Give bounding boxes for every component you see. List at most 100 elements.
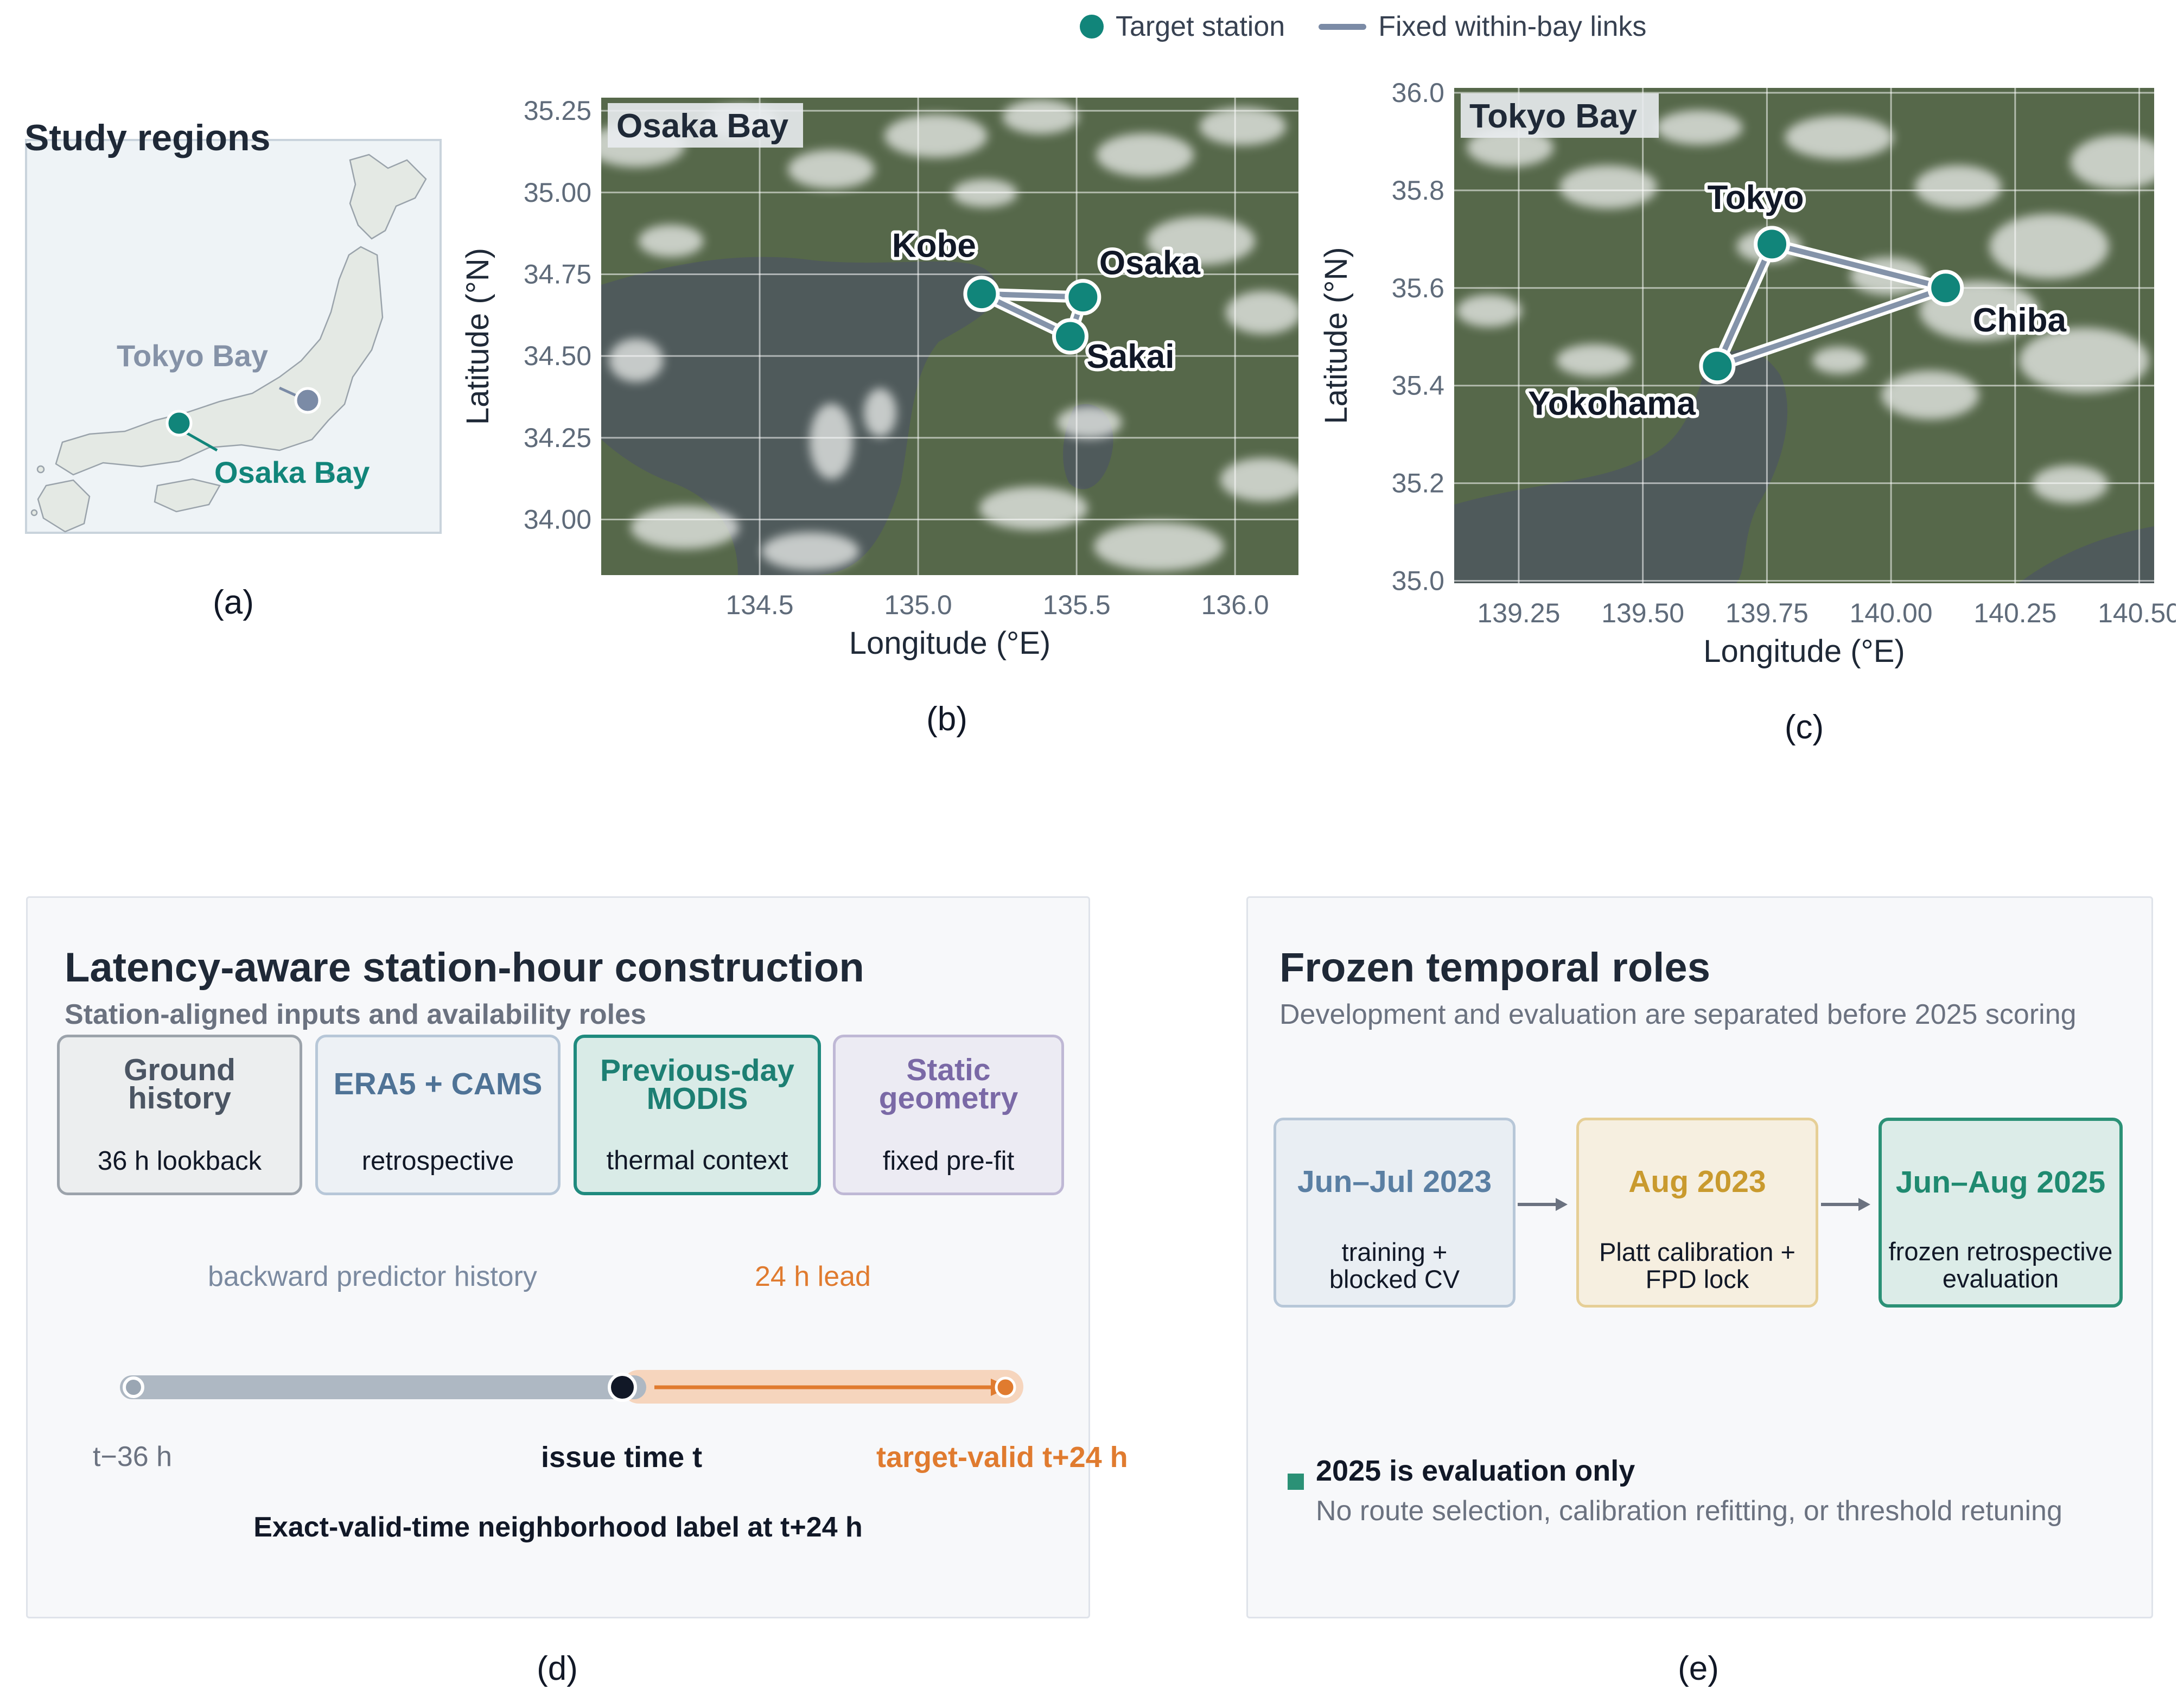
card-ground-history: Ground history 36 h lookback xyxy=(57,1035,302,1195)
period-desc-line2: FPD lock xyxy=(1645,1265,1749,1293)
inset-title: Tokyo Bay xyxy=(1469,98,1637,135)
station-marker xyxy=(1699,348,1736,385)
y-tick-label: 34.00 xyxy=(524,505,591,535)
legend-station-label: Target station xyxy=(1116,11,1285,42)
panel-d-subtitle: Station-aligned inputs and availability … xyxy=(65,999,646,1030)
card-title-line1: Static xyxy=(906,1053,991,1087)
lead-label: 24 h lead xyxy=(755,1261,871,1292)
tokyo-bay-map: 139.25 139.50 139.75 140.00 140.25 140.50 36.0… xyxy=(1319,78,2176,669)
y-axis-label: Latitude (°N) xyxy=(1319,247,1354,424)
panel-a: Study regions Tokyo Bay Osaka Bay xyxy=(24,117,442,534)
cloud-patch xyxy=(2032,465,2109,503)
y-tick-label: 36.0 xyxy=(1392,78,1444,108)
y-tick-label: 35.4 xyxy=(1392,371,1444,401)
card-title-line1: ERA5 + CAMS xyxy=(333,1067,543,1101)
station-label: Kobe xyxy=(892,227,976,265)
panel-d: Latency-aware station-hour construction … xyxy=(26,896,1128,1618)
caption-b: (b) xyxy=(926,700,967,738)
osaka-bay-label: Osaka Bay xyxy=(214,455,370,489)
y-tick-label: 34.25 xyxy=(524,423,591,453)
x-tick-label: 139.75 xyxy=(1725,598,1809,628)
station-marker xyxy=(1052,318,1088,355)
card-modis: Previous-day MODIS thermal context xyxy=(574,1035,821,1195)
legend-links-label: Fixed within-bay links xyxy=(1378,11,1647,42)
caption-e: (e) xyxy=(1678,1650,1719,1687)
station-marker xyxy=(1754,226,1791,263)
station-label: Osaka xyxy=(1099,245,1201,282)
t-target-label: target-valid t+24 h xyxy=(876,1441,1128,1474)
cloud-patch xyxy=(1094,522,1224,571)
station-label: Chiba xyxy=(1973,302,2067,339)
issue-time-marker xyxy=(608,1373,637,1402)
link-line-icon xyxy=(1319,23,1367,30)
cloud-patch xyxy=(1096,133,1194,177)
cloud-patch xyxy=(609,339,664,382)
cloud-patch xyxy=(1056,406,1122,439)
card-desc: 36 h lookback xyxy=(97,1146,262,1176)
y-tick-label: 35.6 xyxy=(1392,273,1444,303)
station-marker-icon xyxy=(1080,15,1104,39)
cloud-patch xyxy=(1456,294,1522,327)
card-era5-cams: ERA5 + CAMS retrospective xyxy=(315,1035,561,1195)
cloud-patch xyxy=(864,388,896,437)
satellite-image xyxy=(601,98,1298,575)
cloud-patch xyxy=(1556,344,1632,377)
card-title-line1: Previous-day xyxy=(600,1053,794,1088)
cloud-patch xyxy=(1199,107,1287,145)
period-desc-line1: Platt calibration + xyxy=(1599,1238,1795,1266)
caption-d: (d) xyxy=(537,1650,578,1687)
note-square-icon xyxy=(1288,1474,1304,1490)
y-tick-label: 35.2 xyxy=(1392,468,1444,499)
panel-d-footer: Exact-valid-time neighborhood label at t… xyxy=(253,1512,863,1543)
x-axis-label: Longitude (°E) xyxy=(849,626,1050,661)
cloud-patch xyxy=(810,403,854,480)
t-issue-label: issue time t xyxy=(541,1441,703,1474)
cloud-patch xyxy=(979,486,1088,530)
panel-e-title: Frozen temporal roles xyxy=(1279,945,1710,991)
x-tick-label: 140.50 xyxy=(2098,598,2176,628)
cloud-patch xyxy=(638,225,704,257)
station-marker xyxy=(1065,279,1101,316)
y-tick-label: 35.00 xyxy=(524,177,591,208)
tokyo-bay-marker xyxy=(294,387,321,414)
cloud-patch xyxy=(1220,458,1298,501)
cloud-patch xyxy=(1785,116,1894,160)
arrowhead-2 xyxy=(1858,1198,1870,1211)
card-title-line2: MODIS xyxy=(646,1081,748,1116)
tokyo-bay-label: Tokyo Bay xyxy=(117,339,269,373)
cloud-patch xyxy=(788,150,875,189)
cloud-patch xyxy=(2070,135,2154,189)
osaka-bay-map: 134.5 135.0 135.5 136.0 35.25 35.00 34.75 34.50… xyxy=(460,95,1298,661)
x-axis-label: Longitude (°E) xyxy=(1703,634,1905,669)
y-tick-label: 35.25 xyxy=(524,95,591,126)
x-tick-label: 135.5 xyxy=(1043,590,1111,620)
osaka-bay-marker xyxy=(165,410,193,437)
note-title: 2025 is evaluation only xyxy=(1316,1455,1635,1487)
figure-legend: Target station Fixed within-bay links xyxy=(1080,8,1646,46)
card-static-geometry: Static geometry fixed pre-fit xyxy=(833,1035,1064,1195)
cloud-patch xyxy=(1655,110,1743,145)
card-title-line1: Ground xyxy=(124,1053,235,1087)
station-marker xyxy=(963,276,1000,313)
period-desc-line1: training + xyxy=(1341,1238,1448,1266)
y-tick-label: 34.75 xyxy=(524,259,591,289)
station-label: Tokyo xyxy=(1708,179,1804,216)
history-label: backward predictor history xyxy=(208,1261,537,1292)
cloud-patch xyxy=(1812,347,1867,374)
caption-a: (a) xyxy=(213,584,254,621)
caption-c: (c) xyxy=(1784,709,1824,746)
timeline xyxy=(120,1370,1023,1404)
station-label: Sakai xyxy=(1086,338,1174,375)
arrowhead-1 xyxy=(1556,1198,1568,1211)
note-text: No route selection, calibration refittin… xyxy=(1316,1495,2062,1527)
x-tick-label: 134.5 xyxy=(725,590,793,620)
cloud-patch xyxy=(761,532,859,570)
card-desc: thermal context xyxy=(606,1146,788,1175)
card-title-line2: geometry xyxy=(878,1081,1018,1115)
card-desc: fixed pre-fit xyxy=(882,1146,1015,1176)
history-bar xyxy=(120,1375,646,1399)
x-tick-label: 140.00 xyxy=(1850,598,1933,628)
cloud-patch xyxy=(1914,165,2002,209)
panel-a-title: Study regions xyxy=(24,117,271,158)
card-title-line2: history xyxy=(128,1081,232,1115)
